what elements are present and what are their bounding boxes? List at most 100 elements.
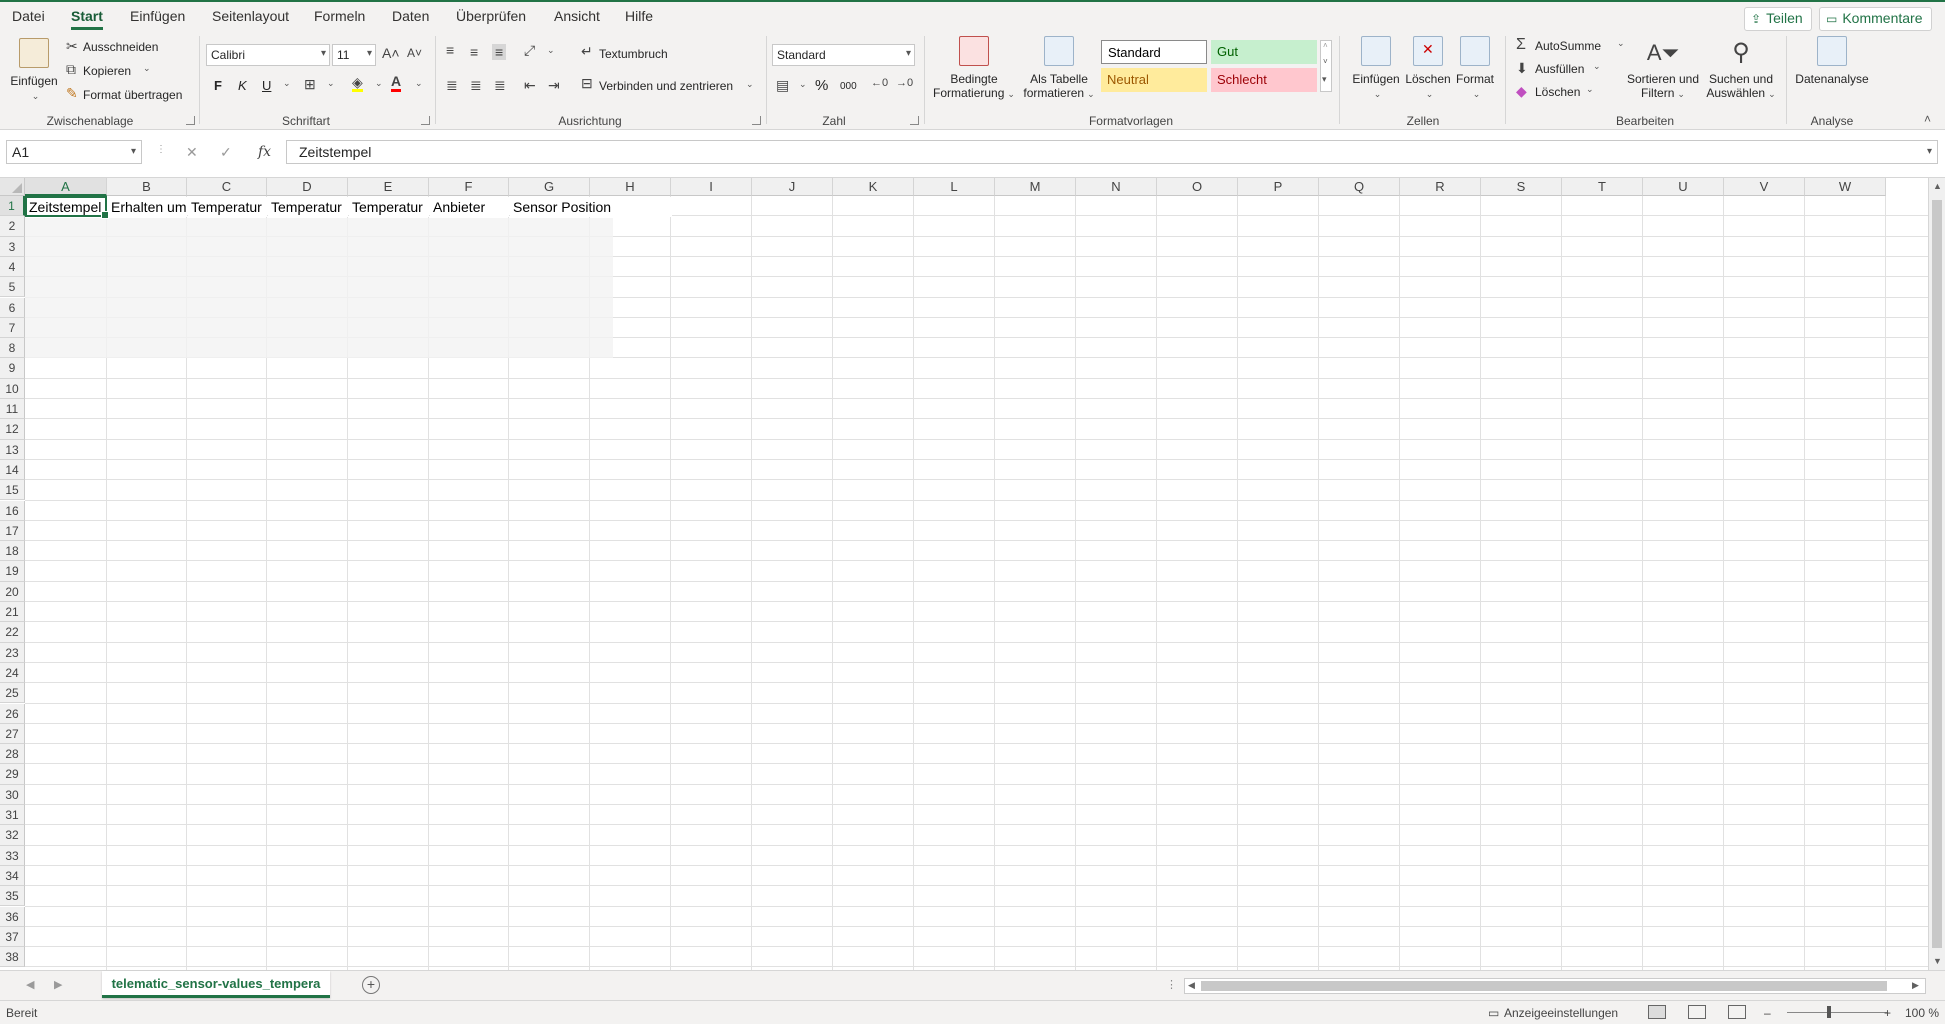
row-header-34[interactable]: 34 (0, 865, 25, 887)
conditional-formatting-button[interactable]: Bedingte Formatierung ⌄ (932, 36, 1016, 100)
column-header-b[interactable]: B (107, 178, 187, 196)
cancel-icon[interactable]: ✕ (186, 144, 198, 161)
row-header-2[interactable]: 2 (0, 216, 25, 237)
row-header-23[interactable]: 23 (0, 642, 25, 663)
scroll-right-icon[interactable]: ▶ (1912, 980, 1919, 991)
chevron-down-icon[interactable]: ⌄ (746, 79, 754, 90)
dialog-launcher-icon[interactable] (910, 116, 919, 125)
insert-cells-button[interactable]: Einfügen ⌄ (1350, 36, 1402, 100)
next-sheet-icon[interactable]: ▶ (54, 978, 62, 991)
dialog-launcher-icon[interactable] (186, 116, 195, 125)
format-painter-button[interactable]: Format übertragen (83, 88, 182, 102)
underline-button[interactable]: U (262, 78, 271, 93)
tab-hilfe[interactable]: Hilfe (625, 8, 653, 24)
merge-center-button[interactable]: Verbinden und zentrieren (599, 79, 733, 93)
fill-button[interactable]: Ausfüllen (1535, 62, 1584, 76)
zoom-out-icon[interactable]: – (1764, 1006, 1771, 1020)
row-header-31[interactable]: 31 (0, 805, 25, 826)
add-sheet-icon[interactable]: + (362, 976, 380, 994)
align-top-icon[interactable]: ≡ (446, 42, 454, 58)
column-header-u[interactable]: U (1643, 178, 1724, 196)
column-header-w[interactable]: W (1805, 178, 1886, 196)
row-header-32[interactable]: 32 (0, 825, 25, 846)
format-as-table-button[interactable]: Als Tabelle formatieren ⌄ (1020, 36, 1098, 100)
row-header-25[interactable]: 25 (0, 683, 25, 704)
align-middle-icon[interactable]: ≡ (470, 44, 478, 60)
column-header-t[interactable]: T (1562, 178, 1643, 196)
row-header-13[interactable]: 13 (0, 439, 25, 460)
column-header-i[interactable]: I (671, 178, 752, 196)
scroll-thumb[interactable] (1932, 200, 1942, 948)
chevron-down-icon[interactable]: ⌄ (415, 78, 423, 89)
row-header-12[interactable]: 12 (0, 419, 25, 440)
page-layout-view-icon[interactable] (1688, 1005, 1706, 1019)
number-format-select[interactable]: Standard ▾ (772, 44, 915, 66)
row-header-5[interactable]: 5 (0, 277, 25, 298)
column-header-s[interactable]: S (1481, 178, 1562, 196)
column-header-o[interactable]: O (1157, 178, 1238, 196)
zoom-level[interactable]: 100 % (1905, 1006, 1939, 1020)
column-header-q[interactable]: Q (1319, 178, 1400, 196)
row-header-17[interactable]: 17 (0, 520, 25, 542)
decrease-indent-icon[interactable]: ⇤ (524, 77, 536, 94)
tab-ansicht[interactable]: Ansicht (554, 8, 600, 24)
zoom-slider-thumb[interactable] (1827, 1006, 1831, 1018)
tab-seitenlayout[interactable]: Seitenlayout (212, 8, 289, 24)
autosum-button[interactable]: AutoSumme (1535, 39, 1601, 53)
row-header-6[interactable]: 6 (0, 297, 25, 318)
grow-font-icon[interactable]: A˄ (382, 45, 400, 61)
chevron-down-icon[interactable]: ⌄ (1586, 84, 1594, 95)
column-header-e[interactable]: E (348, 178, 429, 196)
data-analysis-button[interactable]: Datenanalyse (1793, 36, 1871, 86)
column-header-n[interactable]: N (1076, 178, 1157, 196)
row-header-24[interactable]: 24 (0, 662, 25, 684)
display-settings-button[interactable]: Anzeigeeinstellungen (1504, 1006, 1618, 1020)
column-header-a[interactable]: A (25, 178, 107, 196)
row-header-14[interactable]: 14 (0, 459, 25, 481)
row-header-15[interactable]: 15 (0, 480, 25, 501)
shrink-font-icon[interactable]: A˅ (407, 46, 422, 60)
row-header-21[interactable]: 21 (0, 602, 25, 623)
align-center-icon[interactable]: ≣ (470, 77, 482, 94)
collapse-ribbon-icon[interactable]: ˄ (1924, 112, 1931, 126)
currency-icon[interactable]: ▤ (776, 77, 789, 94)
row-header-8[interactable]: 8 (0, 338, 25, 359)
row-header-35[interactable]: 35 (0, 886, 25, 907)
insert-function-icon[interactable]: fx (258, 144, 271, 160)
zoom-in-icon[interactable]: + (1884, 1006, 1891, 1020)
row-header-20[interactable]: 20 (0, 581, 25, 602)
prev-sheet-icon[interactable]: ◀ (26, 978, 34, 991)
column-header-h[interactable]: H (590, 178, 671, 196)
row-header-19[interactable]: 19 (0, 561, 25, 582)
row-header-18[interactable]: 18 (0, 541, 25, 562)
row-header-37[interactable]: 37 (0, 926, 25, 948)
delete-cells-button[interactable]: ✕ Löschen ⌄ (1404, 36, 1452, 100)
dialog-launcher-icon[interactable] (752, 116, 761, 125)
column-header-k[interactable]: K (833, 178, 914, 196)
row-header-1[interactable]: 1 (0, 196, 25, 217)
column-header-d[interactable]: D (267, 178, 348, 196)
row-header-33[interactable]: 33 (0, 845, 25, 866)
cell-e1[interactable]: Temperatur (349, 197, 429, 217)
column-header-j[interactable]: J (752, 178, 833, 196)
formula-input[interactable]: Zeitstempel ▾ (286, 140, 1938, 164)
style-bad[interactable]: Schlecht (1211, 68, 1317, 92)
align-left-icon[interactable]: ≣ (446, 77, 458, 94)
chevron-down-icon[interactable]: ⌄ (143, 63, 151, 74)
orientation-icon[interactable]: ⤢ (524, 42, 535, 59)
row-header-16[interactable]: 16 (0, 500, 25, 521)
row-header-29[interactable]: 29 (0, 764, 25, 785)
tab-datei[interactable]: Datei (12, 8, 45, 24)
enter-icon[interactable]: ✓ (220, 144, 232, 161)
cell-b1[interactable]: Erhalten um (108, 197, 187, 217)
thousands-button[interactable]: 000 (840, 81, 857, 92)
fill-color-icon[interactable]: ◈ (352, 75, 363, 92)
style-standard[interactable]: Standard (1101, 40, 1207, 64)
horizontal-scrollbar[interactable]: ◀ ▶ (1184, 978, 1926, 994)
name-box[interactable]: A1 ▾ (6, 140, 142, 164)
cell-g1[interactable]: Sensor Position (510, 197, 672, 217)
cut-button[interactable]: Ausschneiden (83, 40, 158, 54)
chevron-down-icon[interactable]: ⌄ (283, 78, 291, 89)
decrease-decimal-icon[interactable]: →0 (896, 77, 913, 89)
wrap-text-button[interactable]: Textumbruch (599, 47, 668, 61)
